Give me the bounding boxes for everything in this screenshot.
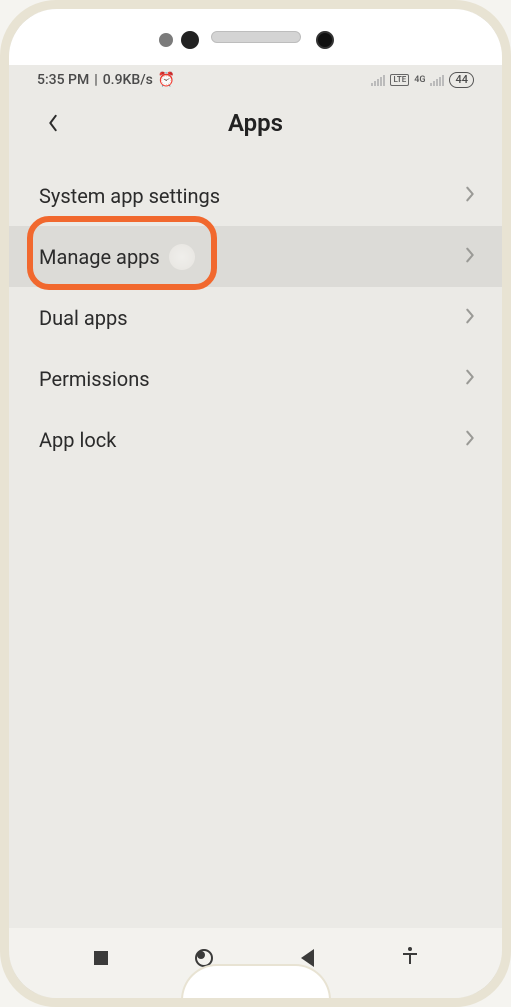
signal-bars-icon xyxy=(371,75,385,86)
proximity-sensor-icon xyxy=(159,33,173,47)
status-time: 5:35 PM xyxy=(37,72,89,88)
status-divider: | xyxy=(94,72,97,88)
phone-home-button-cutout xyxy=(181,964,331,998)
back-button[interactable] xyxy=(35,105,71,141)
chevron-right-icon xyxy=(464,368,476,390)
list-item-label: Manage apps xyxy=(39,245,160,269)
accessibility-icon xyxy=(401,946,419,971)
chevron-right-icon xyxy=(464,307,476,329)
list-item-manage-apps[interactable]: Manage apps xyxy=(9,226,502,287)
front-camera-icon xyxy=(316,31,334,49)
chevron-right-icon xyxy=(464,185,476,207)
battery-indicator: 44 xyxy=(449,72,474,88)
page-title: Apps xyxy=(228,109,283,137)
phone-hardware-top xyxy=(9,9,502,65)
list-item-label: Permissions xyxy=(39,367,150,391)
chevron-right-icon xyxy=(464,429,476,451)
chevron-right-icon xyxy=(464,246,476,268)
list-item-label: App lock xyxy=(39,428,116,452)
speaker-grille-icon xyxy=(211,31,301,43)
lte-badge: LTE xyxy=(390,74,409,86)
settings-list: System app settings Manage apps Dual app… xyxy=(9,165,502,470)
list-item-system-app-settings[interactable]: System app settings xyxy=(9,165,502,226)
header: Apps xyxy=(9,95,502,151)
list-item-dual-apps[interactable]: Dual apps xyxy=(9,287,502,348)
nav-accessibility-button[interactable] xyxy=(386,934,434,982)
list-item-label: Dual apps xyxy=(39,306,128,330)
status-right: LTE 4G 44 xyxy=(371,72,474,88)
nav-recent-button[interactable] xyxy=(77,934,125,982)
sensor-dot-icon xyxy=(181,31,199,49)
chevron-left-icon xyxy=(47,114,59,132)
status-bar: 5:35 PM | 0.9KB/s ⏰ LTE 4G 44 xyxy=(9,65,502,95)
alarm-icon: ⏰ xyxy=(158,72,175,88)
list-item-permissions[interactable]: Permissions xyxy=(9,348,502,409)
touch-ripple-icon xyxy=(169,244,195,270)
screen: 5:35 PM | 0.9KB/s ⏰ LTE 4G 44 Apps xyxy=(9,9,502,998)
status-left: 5:35 PM | 0.9KB/s ⏰ xyxy=(37,72,175,88)
list-item-app-lock[interactable]: App lock xyxy=(9,409,502,470)
square-icon xyxy=(94,951,108,965)
list-item-label: System app settings xyxy=(39,184,220,208)
status-net-speed: 0.9KB/s xyxy=(103,72,153,88)
signal-bars-2-icon xyxy=(430,75,444,86)
network-4g-label: 4G xyxy=(414,76,425,85)
